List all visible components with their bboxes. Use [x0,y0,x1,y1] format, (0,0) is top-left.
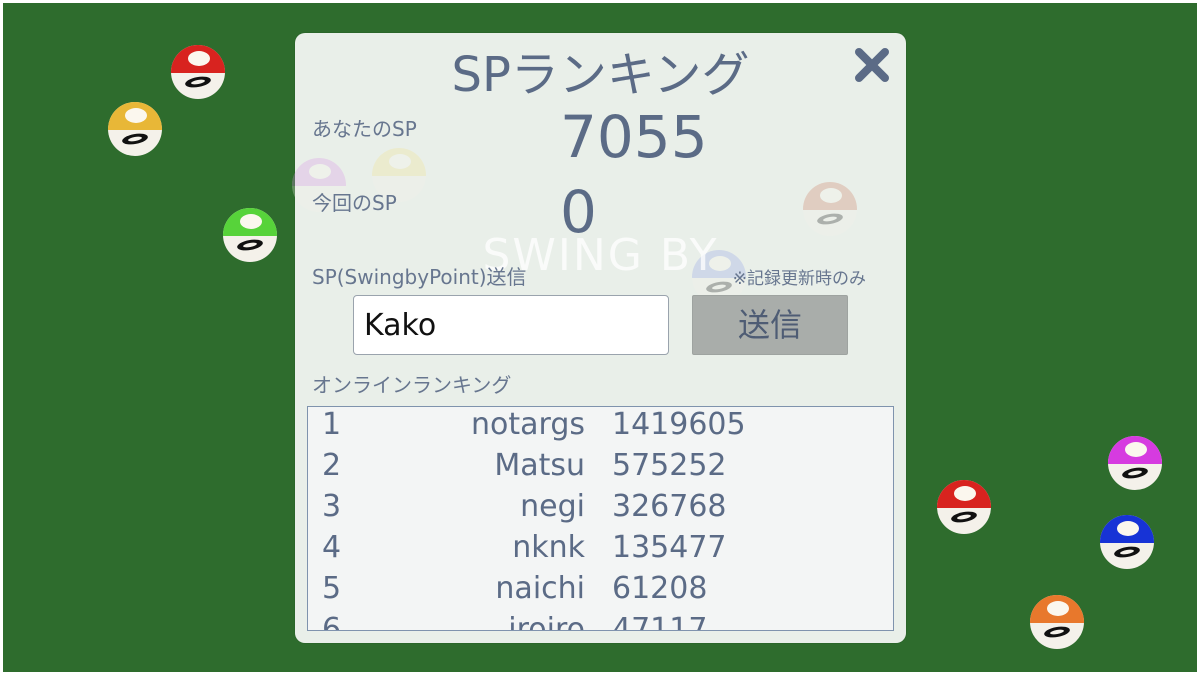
rank-score: 61208 [612,571,708,606]
current-sp-label: 今回のSP [312,191,397,215]
send-button[interactable]: 送信 [692,295,848,355]
rank-number: 1 [322,407,342,442]
dialog-title: SPランキング [451,47,750,103]
blue-ball [1100,515,1154,569]
rank-player-name: negi [520,489,585,524]
rank-number: 4 [322,530,342,565]
rank-player-name: nknk [512,530,585,565]
rank-number: 6 [322,612,342,631]
sp-ranking-dialog: SPランキング あなたのSP 7055 今回のSP 0 SWING BY SP(… [292,33,906,643]
rank-player-name: notargs [471,407,585,442]
rank-score: 326768 [612,489,727,524]
rank-number: 3 [322,489,342,524]
rank-number: 2 [322,448,342,483]
rank-score: 1419605 [612,407,746,442]
close-button[interactable] [852,45,892,85]
ranking-row: 5 naichi 61208 [308,571,893,611]
ranking-row: 2 Matsu 575252 [308,448,893,488]
red-ball [171,45,225,99]
rank-score: 135477 [612,530,727,565]
ranking-row: 4 nknk 135477 [308,530,893,570]
logo-ball-red [803,182,857,236]
ranking-row: 1 notargs 1419605 [308,407,893,447]
send-note: ※記録更新時のみ [732,269,866,289]
online-ranking-label: オンラインランキング [312,373,512,397]
red-ball-right [937,480,991,534]
yellow-ball [108,102,162,156]
your-sp-value: 7055 [560,103,708,171]
ranking-list[interactable]: 1 notargs 1419605 2 Matsu 575252 3 negi … [307,406,894,631]
rank-score: 575252 [612,448,727,483]
your-sp-label: あなたのSP [312,117,417,141]
rank-score: 47117 [612,612,708,631]
current-sp-value: 0 [560,178,597,246]
send-sp-label: SP(SwingbyPoint)送信 [312,265,527,289]
ranking-row: 3 negi 326768 [308,489,893,529]
close-icon [855,48,889,82]
ranking-row: 6 iroiro 47117 [308,612,893,631]
magenta-ball [1108,436,1162,490]
rank-player-name: iroiro [508,612,585,631]
rank-player-name: naichi [495,571,585,606]
rank-number: 5 [322,571,342,606]
orange-ball [1030,595,1084,649]
green-ball [223,208,277,262]
rank-player-name: Matsu [494,448,585,483]
player-name-input[interactable] [353,295,669,355]
